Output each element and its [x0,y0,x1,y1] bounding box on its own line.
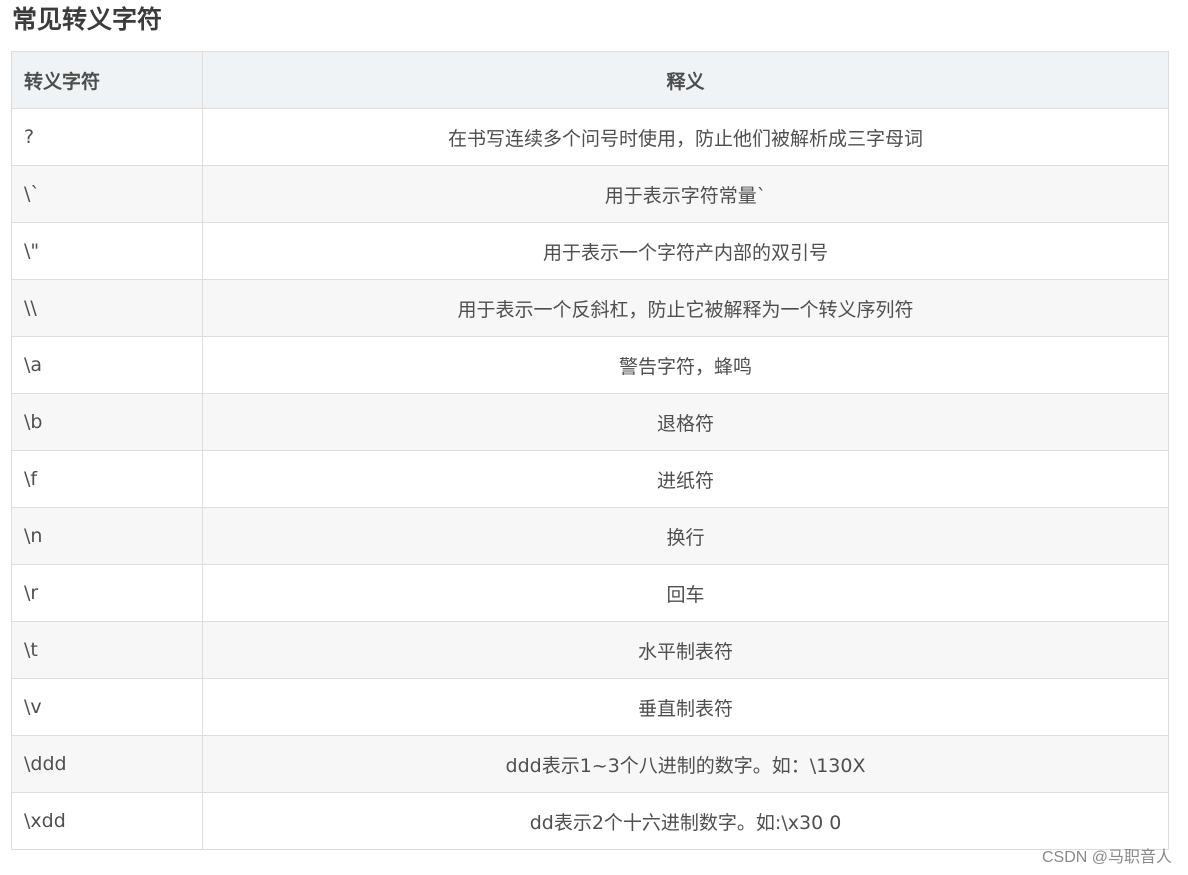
table-row: \r 回车 [11,564,1169,622]
escape-sequence-cell: \` [11,165,203,223]
meaning-cell: 进纸符 [202,450,1169,508]
table-row: \t 水平制表符 [11,621,1169,679]
escape-sequence-cell: \" [11,222,203,280]
meaning-cell: dd表示2个十六进制数字。如:\x30 0 [202,792,1169,850]
escape-sequence-cell: \\ [11,279,203,337]
meaning-cell: 用于表示字符常量` [202,165,1169,223]
table-row: \xdd dd表示2个十六进制数字。如:\x30 0 [11,792,1169,850]
table-row: \\ 用于表示一个反斜杠，防止它被解释为一个转义序列符 [11,279,1169,337]
table-row: \ddd ddd表示1~3个八进制的数字。如：\130X [11,735,1169,793]
escape-sequence-cell: \xdd [11,792,203,850]
meaning-cell: 垂直制表符 [202,678,1169,736]
table-row: \` 用于表示字符常量` [11,165,1169,223]
meaning-cell: 换行 [202,507,1169,565]
escape-characters-table: 转义字符 释义 ? 在书写连续多个问号时使用，防止他们被解析成三字母词 \` 用… [11,51,1169,850]
meaning-cell: 警告字符，蜂鸣 [202,336,1169,394]
table-row: \b 退格符 [11,393,1169,451]
table-row: \a 警告字符，蜂鸣 [11,336,1169,394]
escape-sequence-cell: \v [11,678,203,736]
table-row: ? 在书写连续多个问号时使用，防止他们被解析成三字母词 [11,108,1169,166]
escape-sequence-cell: \t [11,621,203,679]
page-title: 常见转义字符 [12,5,163,34]
escape-sequence-cell: \ddd [11,735,203,793]
header-escape-sequence: 转义字符 [11,51,203,109]
meaning-cell: 水平制表符 [202,621,1169,679]
table-row: \v 垂直制表符 [11,678,1169,736]
escape-sequence-cell: \n [11,507,203,565]
meaning-cell: 用于表示一个字符产内部的双引号 [202,222,1169,280]
table-header-row: 转义字符 释义 [11,51,1169,109]
meaning-cell: 退格符 [202,393,1169,451]
escape-sequence-cell: \b [11,393,203,451]
escape-sequence-cell: \f [11,450,203,508]
escape-sequence-cell: \r [11,564,203,622]
header-meaning: 释义 [202,51,1169,109]
escape-sequence-cell: ? [11,108,203,166]
meaning-cell: ddd表示1~3个八进制的数字。如：\130X [202,735,1169,793]
escape-sequence-cell: \a [11,336,203,394]
meaning-cell: 用于表示一个反斜杠，防止它被解释为一个转义序列符 [202,279,1169,337]
meaning-cell: 回车 [202,564,1169,622]
watermark: CSDN @马职音人 [1041,849,1172,866]
table-row: \n 换行 [11,507,1169,565]
meaning-cell: 在书写连续多个问号时使用，防止他们被解析成三字母词 [202,108,1169,166]
table-row: \f 进纸符 [11,450,1169,508]
table-row: \" 用于表示一个字符产内部的双引号 [11,222,1169,280]
